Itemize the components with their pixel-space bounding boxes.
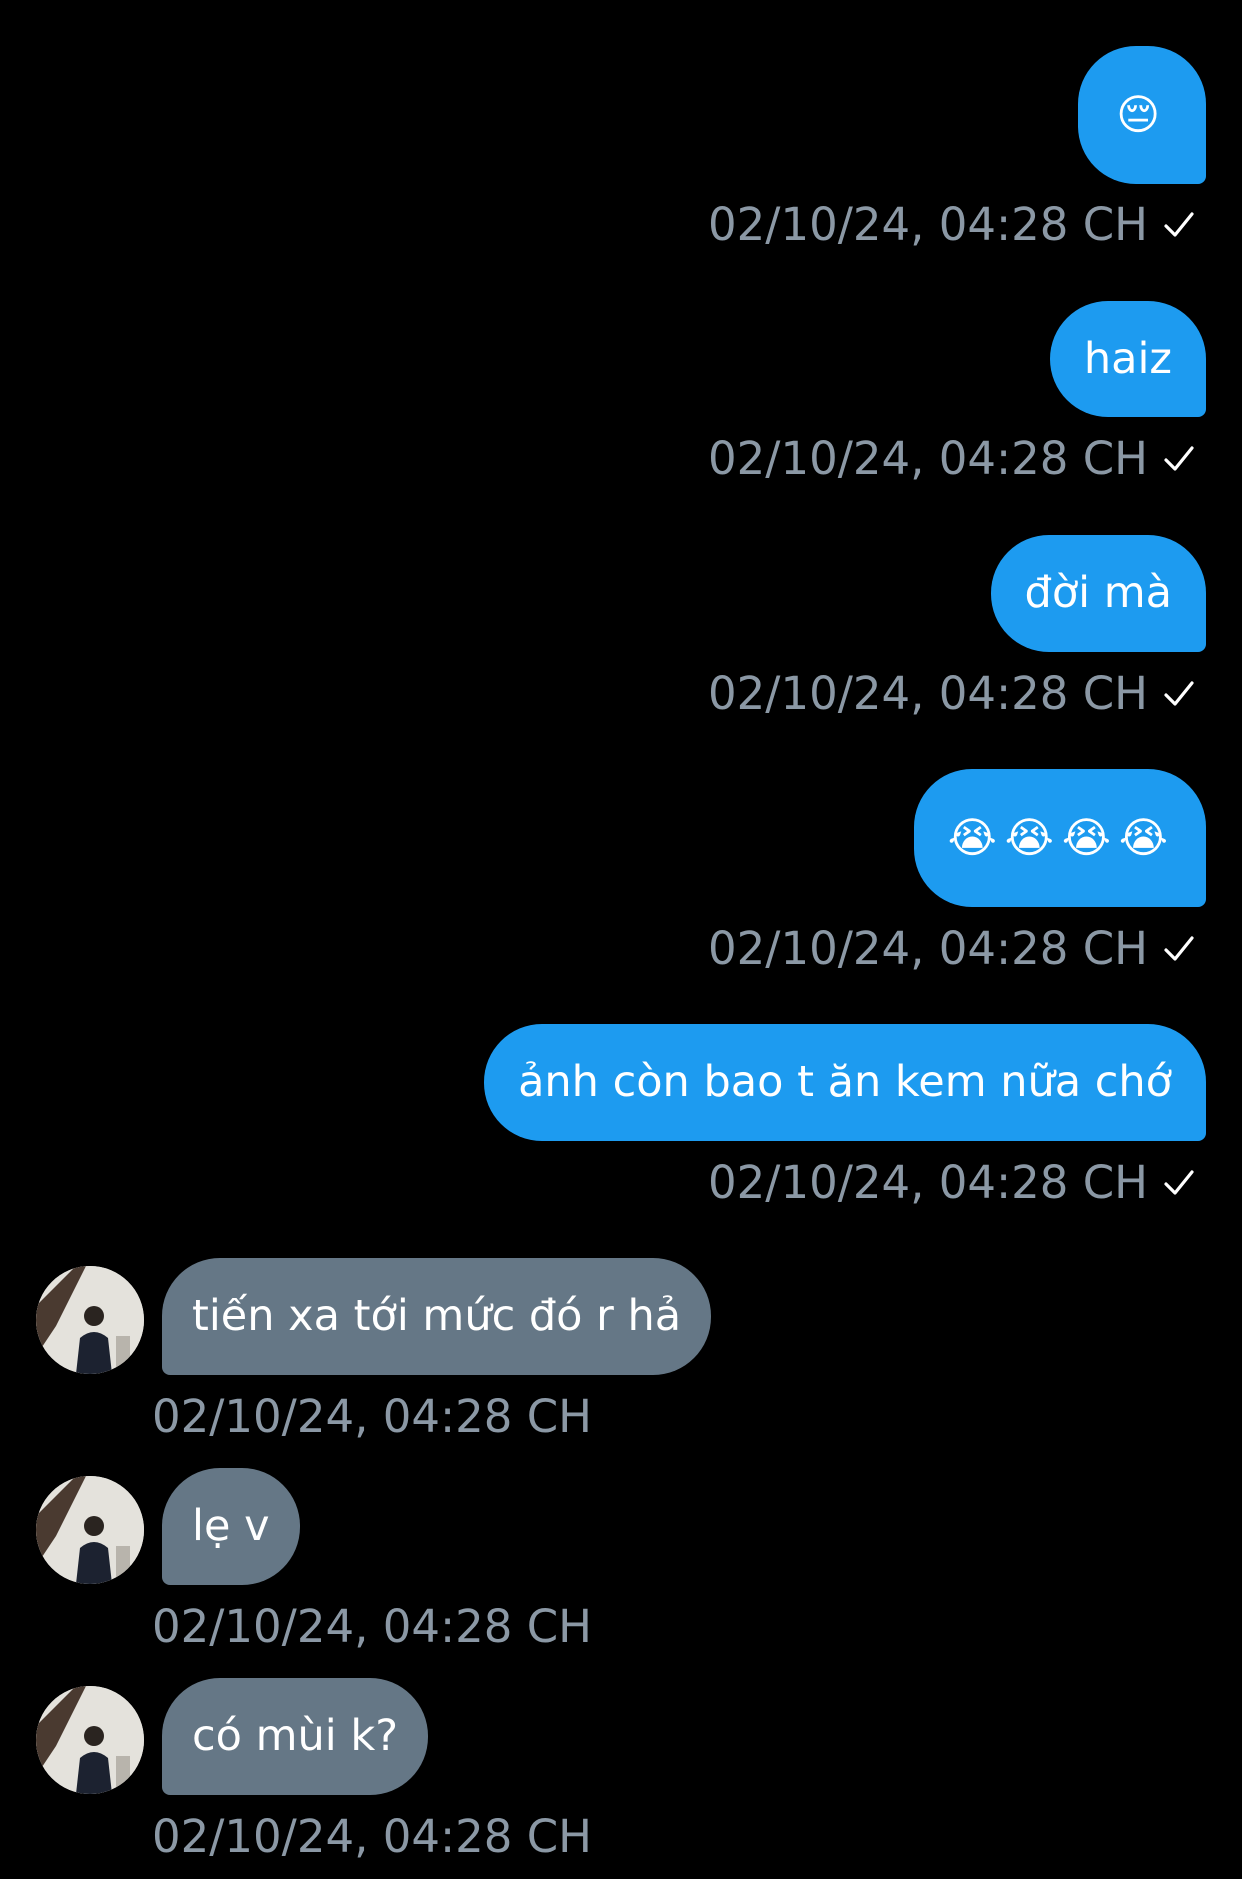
message-timestamp: 02/10/24, 04:28 CH bbox=[708, 667, 1148, 720]
check-icon bbox=[1164, 935, 1194, 961]
message-meta: 02/10/24, 04:28 CH bbox=[708, 671, 1196, 716]
message-bubble-outgoing[interactable]: 😭😭😭😭 bbox=[913, 769, 1206, 907]
message-timestamp: 02/10/24, 04:28 CH bbox=[152, 1390, 592, 1443]
user-avatar[interactable] bbox=[36, 1476, 144, 1584]
message-bubble-outgoing[interactable]: ảnh còn bao t ăn kem nữa chớ bbox=[484, 1024, 1206, 1141]
user-avatar[interactable] bbox=[36, 1686, 144, 1794]
check-icon bbox=[1164, 1169, 1194, 1195]
message-meta: 02/10/24, 04:28 CH bbox=[708, 202, 1196, 247]
message-timestamp: 02/10/24, 04:28 CH bbox=[708, 198, 1148, 251]
message-meta: 02/10/24, 04:28 CH bbox=[708, 926, 1196, 971]
message-bubble-outgoing[interactable]: đời mà bbox=[990, 535, 1206, 652]
message-timestamp: 02/10/24, 04:28 CH bbox=[152, 1600, 592, 1653]
message-bubble-incoming[interactable]: lẹ v bbox=[162, 1468, 300, 1585]
user-avatar[interactable] bbox=[36, 1266, 144, 1374]
message-timestamp: 02/10/24, 04:28 CH bbox=[708, 922, 1148, 975]
avatar-photo bbox=[36, 1686, 144, 1794]
check-icon bbox=[1164, 680, 1194, 706]
avatar-photo bbox=[36, 1476, 144, 1584]
message-bubble-outgoing[interactable]: 😔 bbox=[1078, 46, 1206, 184]
message-timestamp: 02/10/24, 04:28 CH bbox=[708, 432, 1148, 485]
check-icon bbox=[1164, 211, 1194, 237]
message-bubble-outgoing[interactable]: haiz bbox=[1049, 301, 1206, 417]
check-icon bbox=[1164, 445, 1194, 471]
message-bubble-incoming[interactable]: tiến xa tới mức đó r hả bbox=[162, 1258, 712, 1375]
message-meta: 02/10/24, 04:28 CH bbox=[708, 436, 1196, 481]
avatar-photo bbox=[36, 1266, 144, 1374]
message-meta: 02/10/24, 04:28 CH bbox=[708, 1160, 1196, 1205]
message-timestamp: 02/10/24, 04:28 CH bbox=[708, 1156, 1148, 1209]
message-timestamp: 02/10/24, 04:28 CH bbox=[152, 1810, 592, 1863]
message-bubble-incoming[interactable]: có mùi k? bbox=[162, 1678, 429, 1795]
